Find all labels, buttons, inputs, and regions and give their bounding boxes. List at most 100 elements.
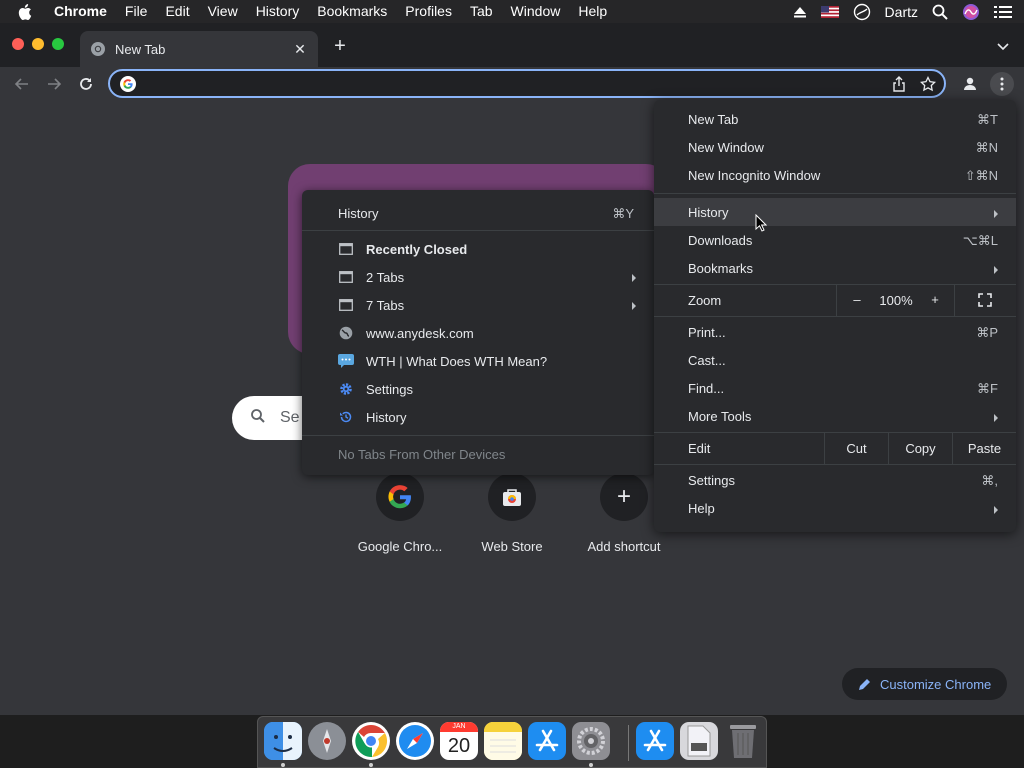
menu-item-new-incognito-window[interactable]: New Incognito Window ⇧⌘N	[654, 161, 1016, 189]
menu-bookmarks[interactable]: Bookmarks	[308, 0, 396, 23]
eject-icon[interactable]	[793, 6, 807, 18]
menu-item-new-window[interactable]: New Window ⌘N	[654, 133, 1016, 161]
window-controls	[12, 38, 64, 50]
browser-toolbar	[0, 67, 1024, 101]
menu-item-find[interactable]: Find... ⌘F	[654, 374, 1016, 402]
menu-edit[interactable]: Edit	[156, 0, 198, 23]
menu-help[interactable]: Help	[569, 0, 616, 23]
forward-arrow-icon[interactable]	[42, 72, 66, 96]
history-shortcut-key: ⌘Y	[612, 206, 634, 221]
menu-item-new-tab[interactable]: New Tab ⌘T	[654, 105, 1016, 133]
history-item-label: www.anydesk.com	[366, 326, 474, 341]
add-shortcut-icon: +	[600, 473, 648, 521]
macos-dock: JAN 20	[257, 716, 767, 768]
copy-button[interactable]: Copy	[888, 432, 952, 464]
us-flag-icon[interactable]	[820, 5, 839, 18]
menu-item-shortcut: ⌘,	[981, 473, 998, 488]
zoom-out-button[interactable]: –	[850, 292, 864, 307]
app-store-icon[interactable]	[528, 722, 566, 760]
menu-history[interactable]: History	[247, 0, 309, 23]
new-tab-button[interactable]: +	[330, 36, 350, 57]
paste-button[interactable]: Paste	[952, 432, 1016, 464]
chrome-icon[interactable]	[352, 722, 390, 760]
notes-icon[interactable]	[484, 722, 522, 760]
control-center-icon[interactable]	[994, 5, 1012, 19]
tab-close-icon[interactable]: ✕	[292, 41, 308, 57]
kebab-menu-icon[interactable]	[990, 72, 1014, 96]
menu-item-help[interactable]: Help	[654, 494, 1016, 522]
menu-item-history[interactable]: History	[654, 198, 1016, 226]
launchpad-icon[interactable]	[308, 722, 346, 760]
zoom-in-button[interactable]: +	[928, 292, 942, 307]
menu-item-settings[interactable]: Settings ⌘,	[654, 466, 1016, 494]
apple-icon[interactable]	[18, 3, 38, 20]
tab-new-tab[interactable]: New Tab ✕	[80, 31, 318, 67]
calendar-icon[interactable]: JAN 20	[440, 722, 478, 760]
history-item-settings[interactable]: Settings	[302, 375, 654, 403]
menu-item-cast[interactable]: Cast...	[654, 346, 1016, 374]
menubar-user-name[interactable]: Dartz	[885, 4, 918, 20]
chrome-main-menu: New Tab ⌘T New Window ⌘N New Incognito W…	[654, 100, 1016, 532]
tab-search-chevron-icon[interactable]	[996, 39, 1010, 53]
menu-profiles[interactable]: Profiles	[396, 0, 461, 23]
history-item-label: WTH | What Does WTH Mean?	[366, 354, 548, 369]
share-icon[interactable]	[892, 76, 906, 95]
submenu-arrow-icon	[630, 271, 638, 282]
reload-icon[interactable]	[74, 72, 98, 96]
window-zoom-button[interactable]	[52, 38, 64, 50]
search-icon	[250, 408, 266, 429]
history-submenu-title[interactable]: History	[338, 206, 378, 221]
menu-item-downloads[interactable]: Downloads ⌥⌘L	[654, 226, 1016, 254]
menu-view[interactable]: View	[199, 0, 247, 23]
window-close-button[interactable]	[12, 38, 24, 50]
app-store-downloads-icon[interactable]	[636, 722, 674, 760]
running-indicator	[369, 763, 373, 767]
profile-icon[interactable]	[958, 72, 982, 96]
history-item-2-tabs[interactable]: 2 Tabs	[302, 263, 654, 291]
edit-label: Edit	[688, 441, 711, 456]
menu-file[interactable]: File	[116, 0, 157, 23]
siri-icon[interactable]	[962, 3, 980, 21]
menu-item-shortcut: ⌘F	[977, 381, 998, 396]
menu-item-more-tools[interactable]: More Tools	[654, 402, 1016, 430]
back-arrow-icon[interactable]	[10, 72, 34, 96]
history-item-wth[interactable]: WTH | What Does WTH Mean?	[302, 347, 654, 375]
google-g-icon	[120, 76, 136, 92]
address-bar[interactable]	[108, 69, 946, 98]
vpn-status-icon[interactable]	[853, 3, 871, 21]
menu-window[interactable]: Window	[502, 0, 570, 23]
finder-icon[interactable]	[264, 722, 302, 760]
menu-item-print[interactable]: Print... ⌘P	[654, 318, 1016, 346]
fullscreen-icon[interactable]	[978, 293, 992, 307]
menu-item-label: Help	[688, 501, 715, 516]
zoom-level: 100%	[879, 293, 913, 308]
menu-item-label: New Incognito Window	[688, 168, 821, 183]
menu-item-label: More Tools	[688, 409, 752, 424]
history-item-label: 7 Tabs	[366, 298, 405, 313]
system-preferences-icon[interactable]	[572, 722, 610, 760]
history-item-anydesk[interactable]: www.anydesk.com	[302, 319, 654, 347]
menu-item-bookmarks[interactable]: Bookmarks	[654, 254, 1016, 282]
spotlight-search-icon[interactable]	[932, 4, 948, 20]
window-minimize-button[interactable]	[32, 38, 44, 50]
customize-chrome-button[interactable]: Customize Chrome	[842, 668, 1007, 700]
bookmark-star-icon[interactable]	[919, 75, 937, 95]
shortcut-web-store[interactable]: Web Store	[456, 473, 568, 554]
history-item-label: History	[366, 410, 407, 425]
shortcut-label: Google Chro...	[357, 539, 443, 554]
zoom-divider	[836, 284, 837, 316]
shortcut-google-chrome[interactable]: Google Chro...	[344, 473, 456, 554]
shortcut-label: Web Store	[481, 539, 543, 554]
history-item-history[interactable]: History	[302, 403, 654, 431]
menu-app-chrome[interactable]: Chrome	[52, 0, 116, 23]
history-item-7-tabs[interactable]: 7 Tabs	[302, 291, 654, 319]
menu-item-label: Cast...	[688, 353, 726, 368]
ntp-search-placeholder: Se	[280, 409, 300, 426]
menu-tab[interactable]: Tab	[461, 0, 502, 23]
trash-icon[interactable]	[724, 722, 762, 760]
safari-icon[interactable]	[396, 722, 434, 760]
documents-stack-icon[interactable]	[680, 722, 718, 760]
window-icon	[338, 297, 354, 313]
cut-button[interactable]: Cut	[824, 432, 888, 464]
zoom-label: Zoom	[688, 293, 722, 308]
